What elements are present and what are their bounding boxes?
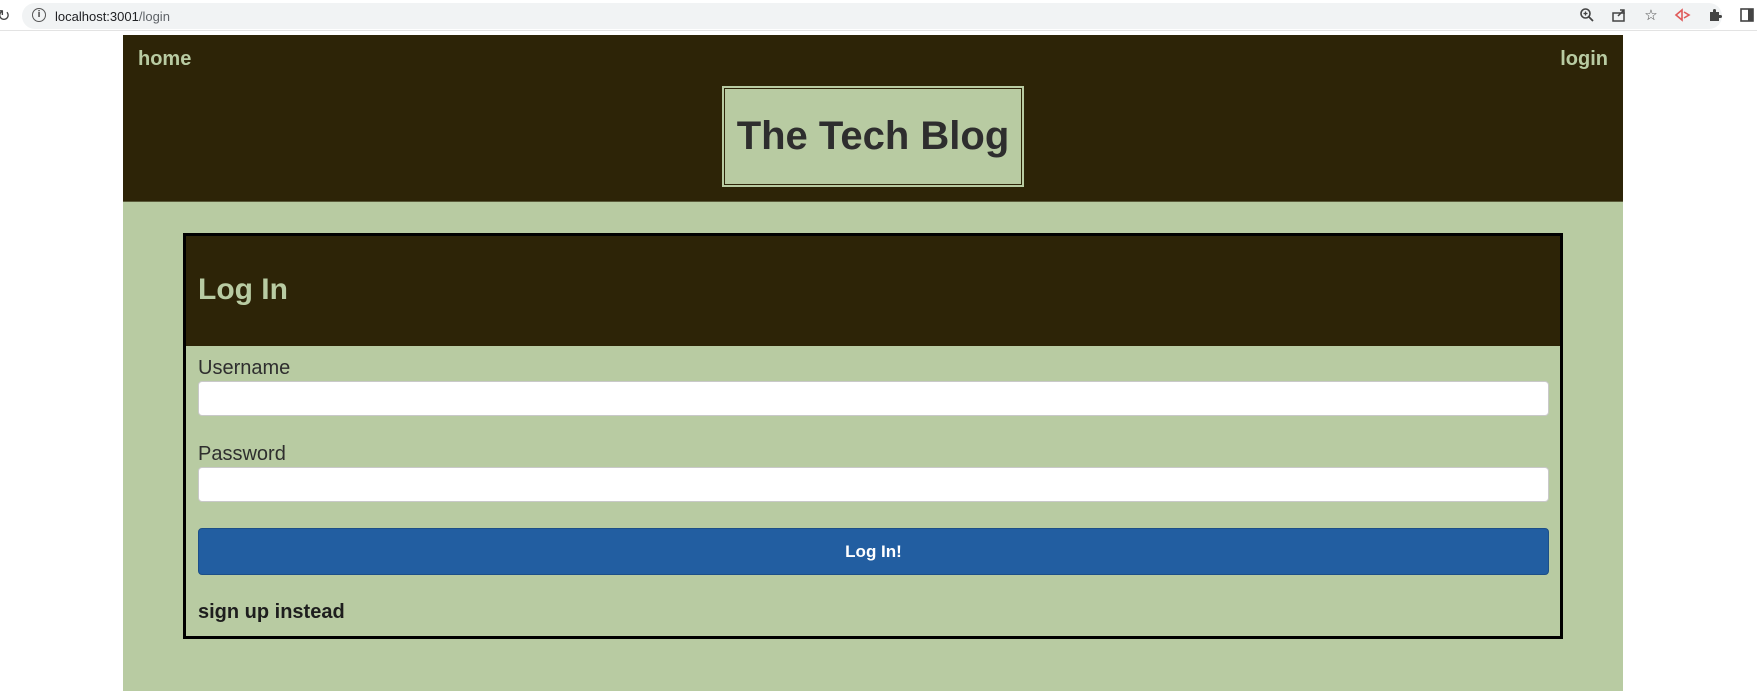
password-label: Password xyxy=(198,443,286,465)
puzzle-icon[interactable] xyxy=(1705,5,1725,25)
url-host: localhost:3001 xyxy=(55,9,139,24)
browser-toolbar: ↻ i localhost:3001/login ☆ xyxy=(0,0,1757,31)
sidepanel-icon[interactable] xyxy=(1737,5,1757,25)
nav-login-link[interactable]: login xyxy=(1560,48,1608,71)
info-icon[interactable]: i xyxy=(32,8,46,22)
site-header: home login The Tech Blog xyxy=(123,35,1623,202)
site-title: The Tech Blog xyxy=(736,114,1010,158)
reload-icon[interactable]: ↻ xyxy=(0,6,10,25)
nav-home-link[interactable]: home xyxy=(138,48,191,71)
login-card-header: Log In xyxy=(186,236,1560,346)
share-icon[interactable] xyxy=(1609,5,1629,25)
extension-icon[interactable] xyxy=(1673,5,1693,25)
login-submit-button[interactable]: Log In! xyxy=(198,528,1549,575)
page-container: home login The Tech Blog Log In Username… xyxy=(123,35,1623,691)
zoom-icon[interactable] xyxy=(1577,5,1597,25)
address-bar[interactable]: i localhost:3001/login xyxy=(22,3,1722,29)
username-input[interactable] xyxy=(198,381,1549,416)
signup-link[interactable]: sign up instead xyxy=(198,601,345,624)
login-heading: Log In xyxy=(198,273,288,306)
password-input[interactable] xyxy=(198,467,1549,502)
browser-actions: ☆ xyxy=(1577,5,1757,25)
url-text[interactable]: localhost:3001/login xyxy=(55,9,170,24)
star-icon[interactable]: ☆ xyxy=(1641,5,1661,25)
username-label: Username xyxy=(198,357,291,379)
login-card: Log In Username Password Log In! sign up… xyxy=(183,233,1563,639)
site-title-box: The Tech Blog xyxy=(722,86,1024,187)
url-path: /login xyxy=(138,9,170,24)
